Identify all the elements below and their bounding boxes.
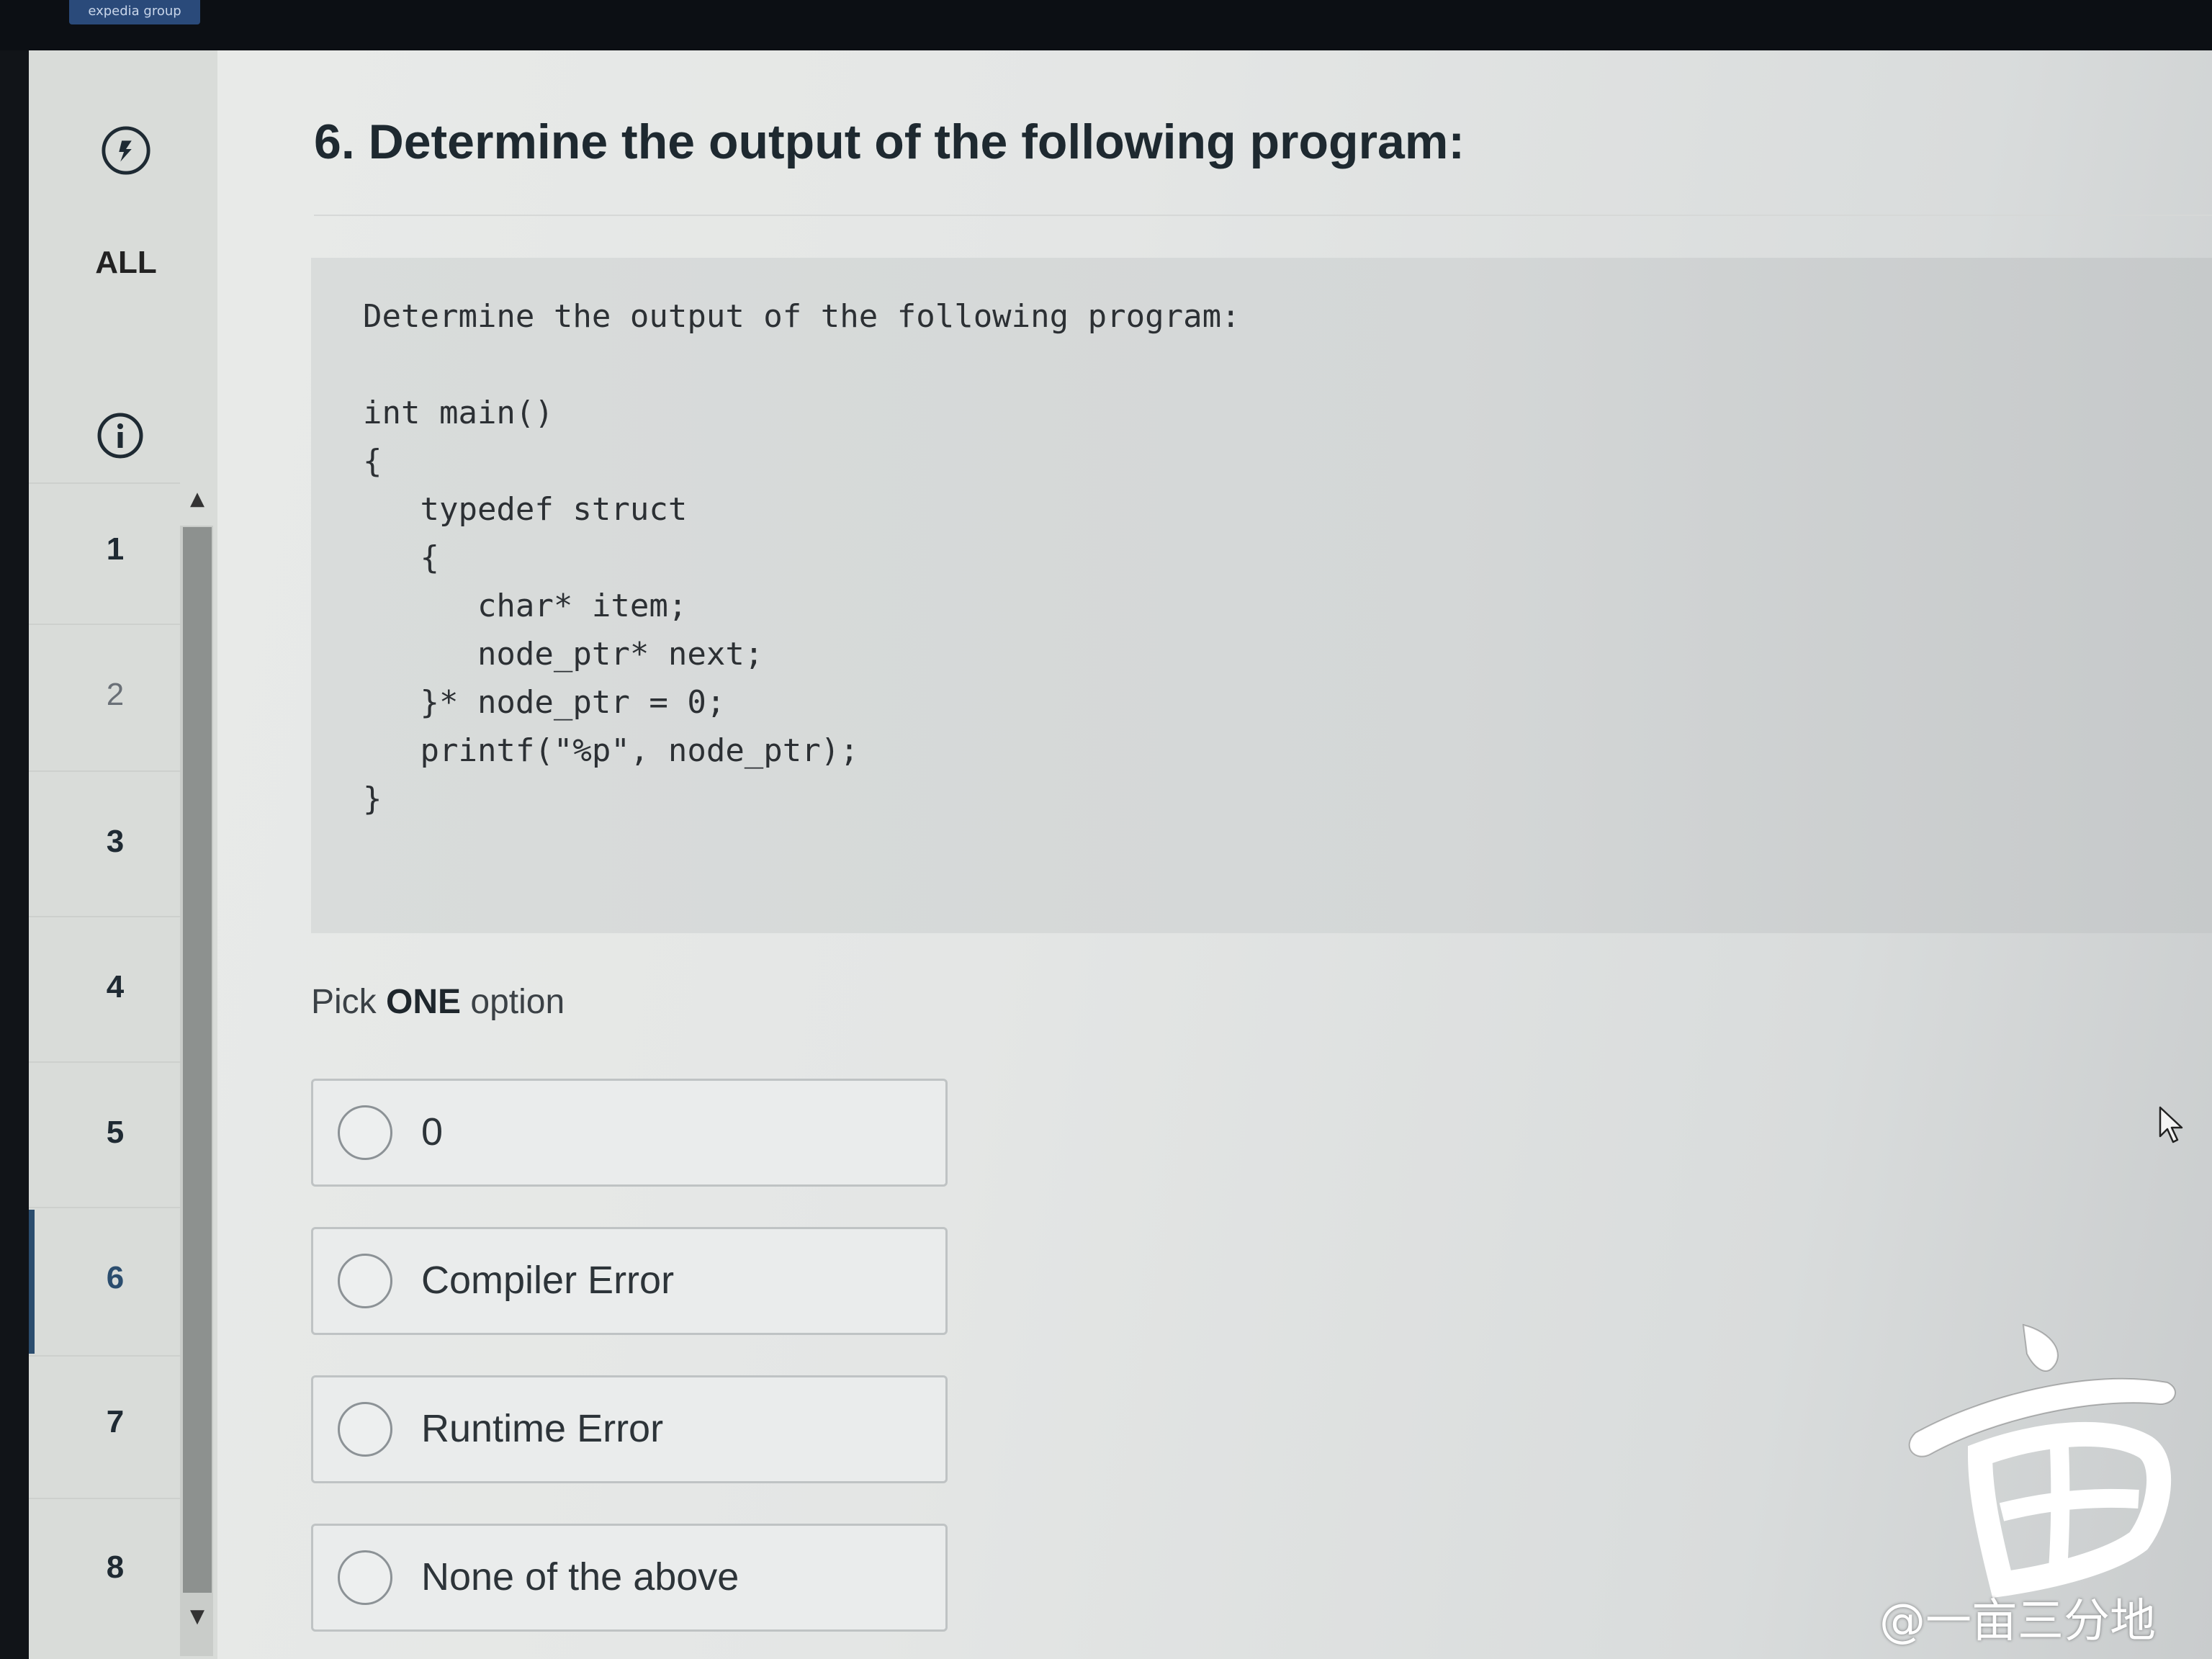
- option-label: None of the above: [421, 1555, 739, 1599]
- question-title: 6. Determine the output of the following…: [314, 114, 1465, 169]
- clock-icon[interactable]: [101, 125, 151, 176]
- divider: [29, 1498, 180, 1499]
- question-nav-2[interactable]: 2: [72, 677, 158, 713]
- brand-logo: expedia group: [69, 0, 200, 24]
- watermark-logo: [1908, 1323, 2176, 1598]
- code-block: Determine the output of the following pr…: [311, 258, 2212, 933]
- pick-instruction: Pick ONE option: [311, 982, 565, 1022]
- option-label: 0: [421, 1110, 444, 1154]
- option-label: Compiler Error: [421, 1259, 675, 1302]
- radio-button[interactable]: [338, 1550, 392, 1605]
- watermark-text: @一亩三分地: [1879, 1595, 2156, 1648]
- all-questions-tab[interactable]: ALL: [58, 245, 194, 281]
- top-bar: expedia group: [0, 0, 2212, 50]
- radio-button[interactable]: [338, 1105, 392, 1160]
- question-nav-5[interactable]: 5: [72, 1115, 158, 1151]
- divider: [29, 482, 180, 484]
- scroll-down-arrow-icon[interactable]: ▼: [183, 1606, 212, 1627]
- divider: [29, 1355, 180, 1357]
- code-text: Determine the output of the following pr…: [363, 298, 1241, 817]
- mouse-cursor-icon: [2159, 1106, 2183, 1143]
- divider: [29, 624, 180, 625]
- radio-button[interactable]: [338, 1402, 392, 1457]
- sidebar-scroll-thumb[interactable]: [183, 527, 212, 1593]
- pick-emphasis: ONE: [386, 983, 462, 1021]
- question-sidebar: ALL 1 2 3 4 5 6 7 8 ▲ ▼: [29, 50, 217, 1659]
- option-compiler-error[interactable]: Compiler Error: [311, 1227, 948, 1335]
- question-nav-6[interactable]: 6: [72, 1260, 158, 1296]
- divider: [314, 215, 2212, 216]
- pick-prefix: Pick: [311, 983, 387, 1021]
- active-question-marker: [29, 1210, 35, 1354]
- radio-button[interactable]: [338, 1254, 392, 1308]
- divider: [29, 770, 180, 772]
- pick-suffix: option: [461, 983, 565, 1021]
- divider: [29, 1061, 180, 1063]
- question-nav-8[interactable]: 8: [72, 1550, 158, 1586]
- option-0[interactable]: 0: [311, 1079, 948, 1187]
- option-label: Runtime Error: [421, 1407, 664, 1450]
- question-nav-7[interactable]: 7: [72, 1404, 158, 1440]
- scroll-up-arrow-icon[interactable]: ▲: [183, 488, 212, 510]
- option-runtime-error[interactable]: Runtime Error: [311, 1375, 948, 1483]
- divider: [29, 1207, 180, 1208]
- divider: [29, 916, 180, 917]
- question-nav-1[interactable]: 1: [72, 531, 158, 567]
- question-nav-3[interactable]: 3: [72, 824, 158, 860]
- question-nav-4[interactable]: 4: [72, 969, 158, 1005]
- option-none-of-the-above[interactable]: None of the above: [311, 1524, 948, 1632]
- info-icon[interactable]: [95, 410, 145, 461]
